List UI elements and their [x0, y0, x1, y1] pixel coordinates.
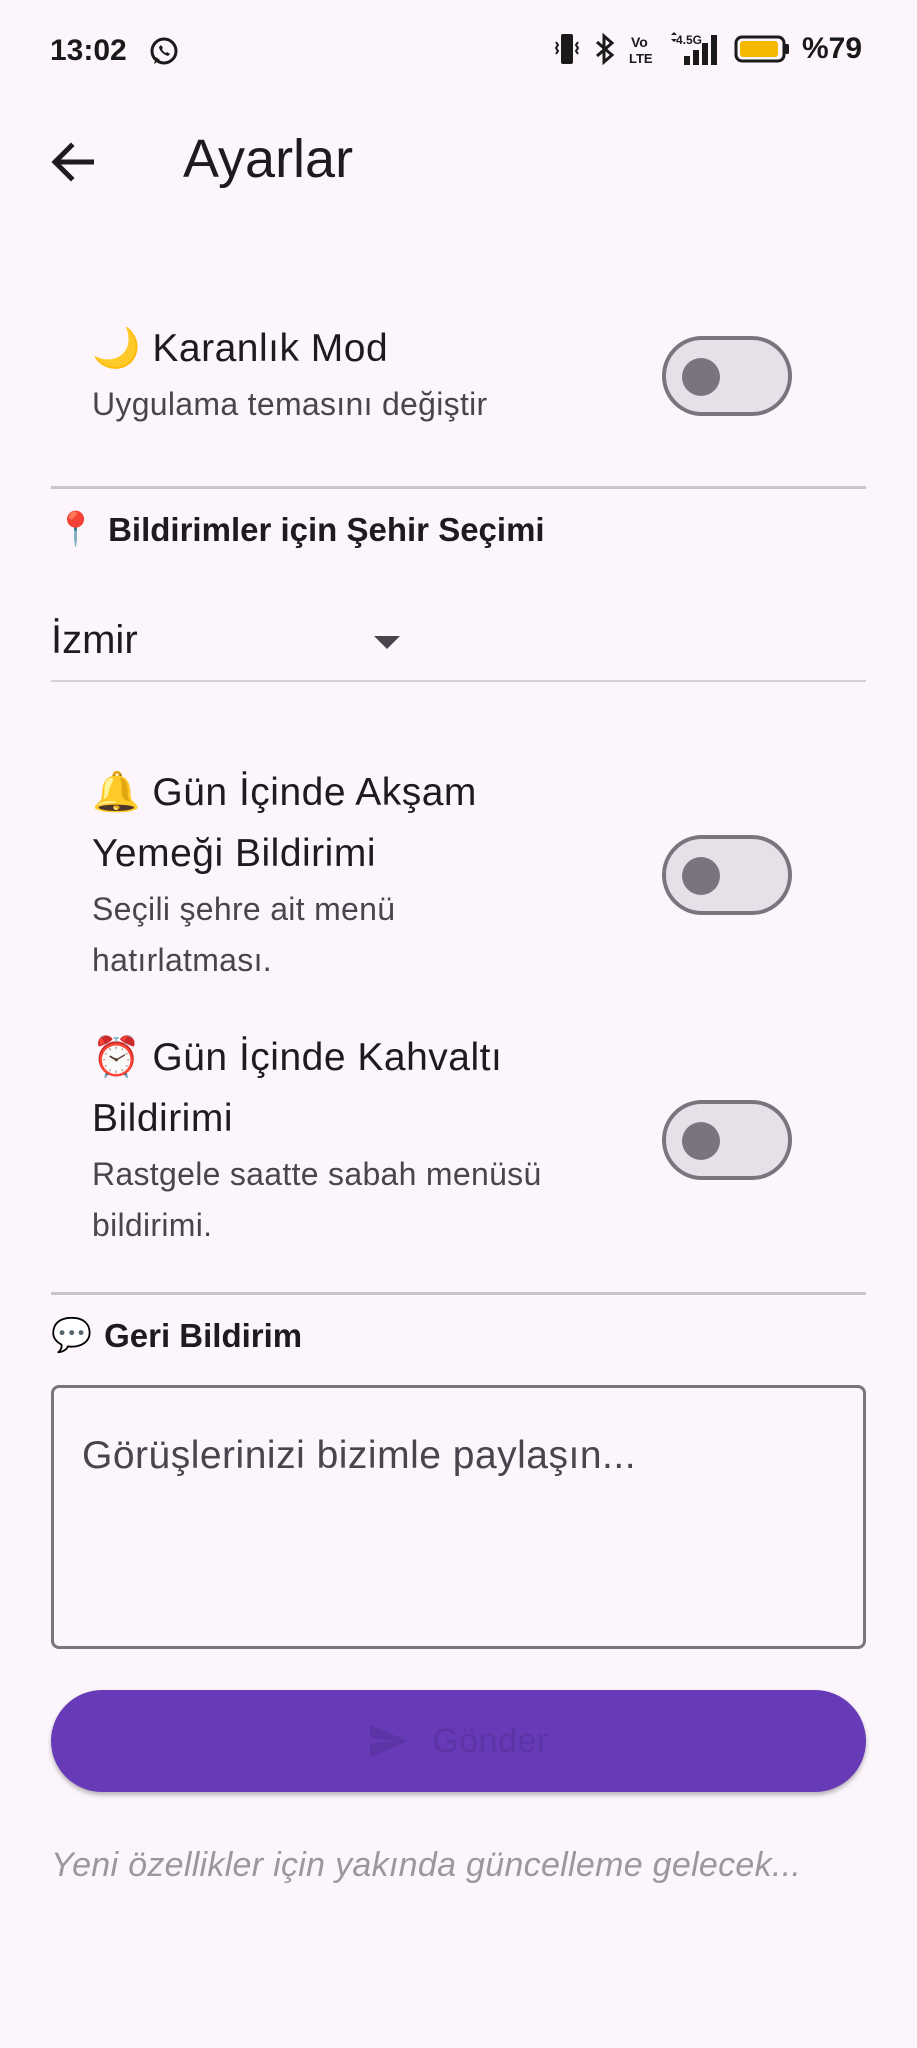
breakfast-notification-subtitle: Rastgele saatte sabah menüsü bildirimi.: [92, 1156, 542, 1243]
pin-icon: 📍: [55, 510, 97, 547]
divider: [51, 486, 866, 489]
back-button[interactable]: [44, 134, 100, 190]
city-dropdown[interactable]: İzmir: [51, 608, 866, 682]
dark-mode-subtitle: Uygulama temasını değiştir: [92, 386, 488, 422]
speech-bubble-icon: 💬: [51, 1316, 93, 1353]
alarm-clock-icon: ⏰: [92, 1036, 142, 1079]
dropdown-underline: [51, 680, 866, 682]
status-time: 13:02: [50, 34, 127, 67]
volte-icon: Vo LTE: [628, 32, 658, 66]
page-title: Ayarlar: [183, 129, 354, 189]
footer-note: Yeni özellikler için yakında güncelleme …: [51, 1846, 802, 1884]
signal-4.5g-icon: 4.5G: [670, 32, 722, 66]
dinner-notification-switch[interactable]: [662, 835, 792, 915]
svg-text:Vo: Vo: [631, 34, 648, 50]
dark-mode-switch[interactable]: [662, 336, 792, 416]
feedback-heading: 💬 Geri Bildirim: [51, 1316, 303, 1354]
dinner-notification-row[interactable]: 🔔 Gün İçinde Akşam Yemeği Bildirimi Seçi…: [92, 762, 652, 986]
vibrate-icon: [552, 32, 582, 66]
dinner-notification-title: 🔔 Gün İçinde Akşam Yemeği Bildirimi: [92, 771, 477, 875]
dark-mode-title: 🌙 Karanlık Mod: [92, 327, 389, 370]
switch-knob: [682, 358, 720, 396]
send-button[interactable]: Gönder: [51, 1690, 866, 1792]
divider: [51, 1292, 866, 1295]
bluetooth-icon: [594, 32, 616, 66]
send-icon: [370, 1725, 409, 1757]
send-button-label: Gönder: [432, 1721, 549, 1760]
dinner-notification-subtitle: Seçili şehre ait menü hatırlatması.: [92, 891, 396, 978]
whatsapp-icon: [148, 36, 180, 68]
switch-knob: [682, 1122, 720, 1160]
bell-icon: 🔔: [92, 771, 142, 814]
dark-mode-row[interactable]: 🌙 Karanlık Mod Uygulama temasını değişti…: [92, 318, 652, 430]
moon-icon: 🌙: [92, 327, 142, 370]
breakfast-notification-title: ⏰ Gün İçinde Kahvaltı Bildirimi: [92, 1036, 503, 1140]
feedback-field[interactable]: [51, 1385, 866, 1649]
dropdown-arrow-icon: [374, 636, 400, 649]
switch-knob: [682, 857, 720, 895]
city-section-heading: 📍 Bildirimler için Şehir Seçimi: [55, 510, 545, 548]
arrow-left-icon: [51, 142, 94, 182]
feedback-textarea[interactable]: [54, 1388, 863, 1646]
battery-percent: %79: [801, 32, 862, 65]
status-icons: Vo LTE 4.5G %79: [552, 32, 862, 66]
breakfast-notification-row[interactable]: ⏰ Gün İçinde Kahvaltı Bildirimi Rastgele…: [92, 1027, 652, 1251]
svg-text:4.5G: 4.5G: [676, 33, 702, 47]
breakfast-notification-switch[interactable]: [662, 1100, 792, 1180]
city-dropdown-value: İzmir: [51, 618, 138, 662]
svg-text:LTE: LTE: [629, 51, 653, 66]
battery-icon: [734, 34, 790, 64]
